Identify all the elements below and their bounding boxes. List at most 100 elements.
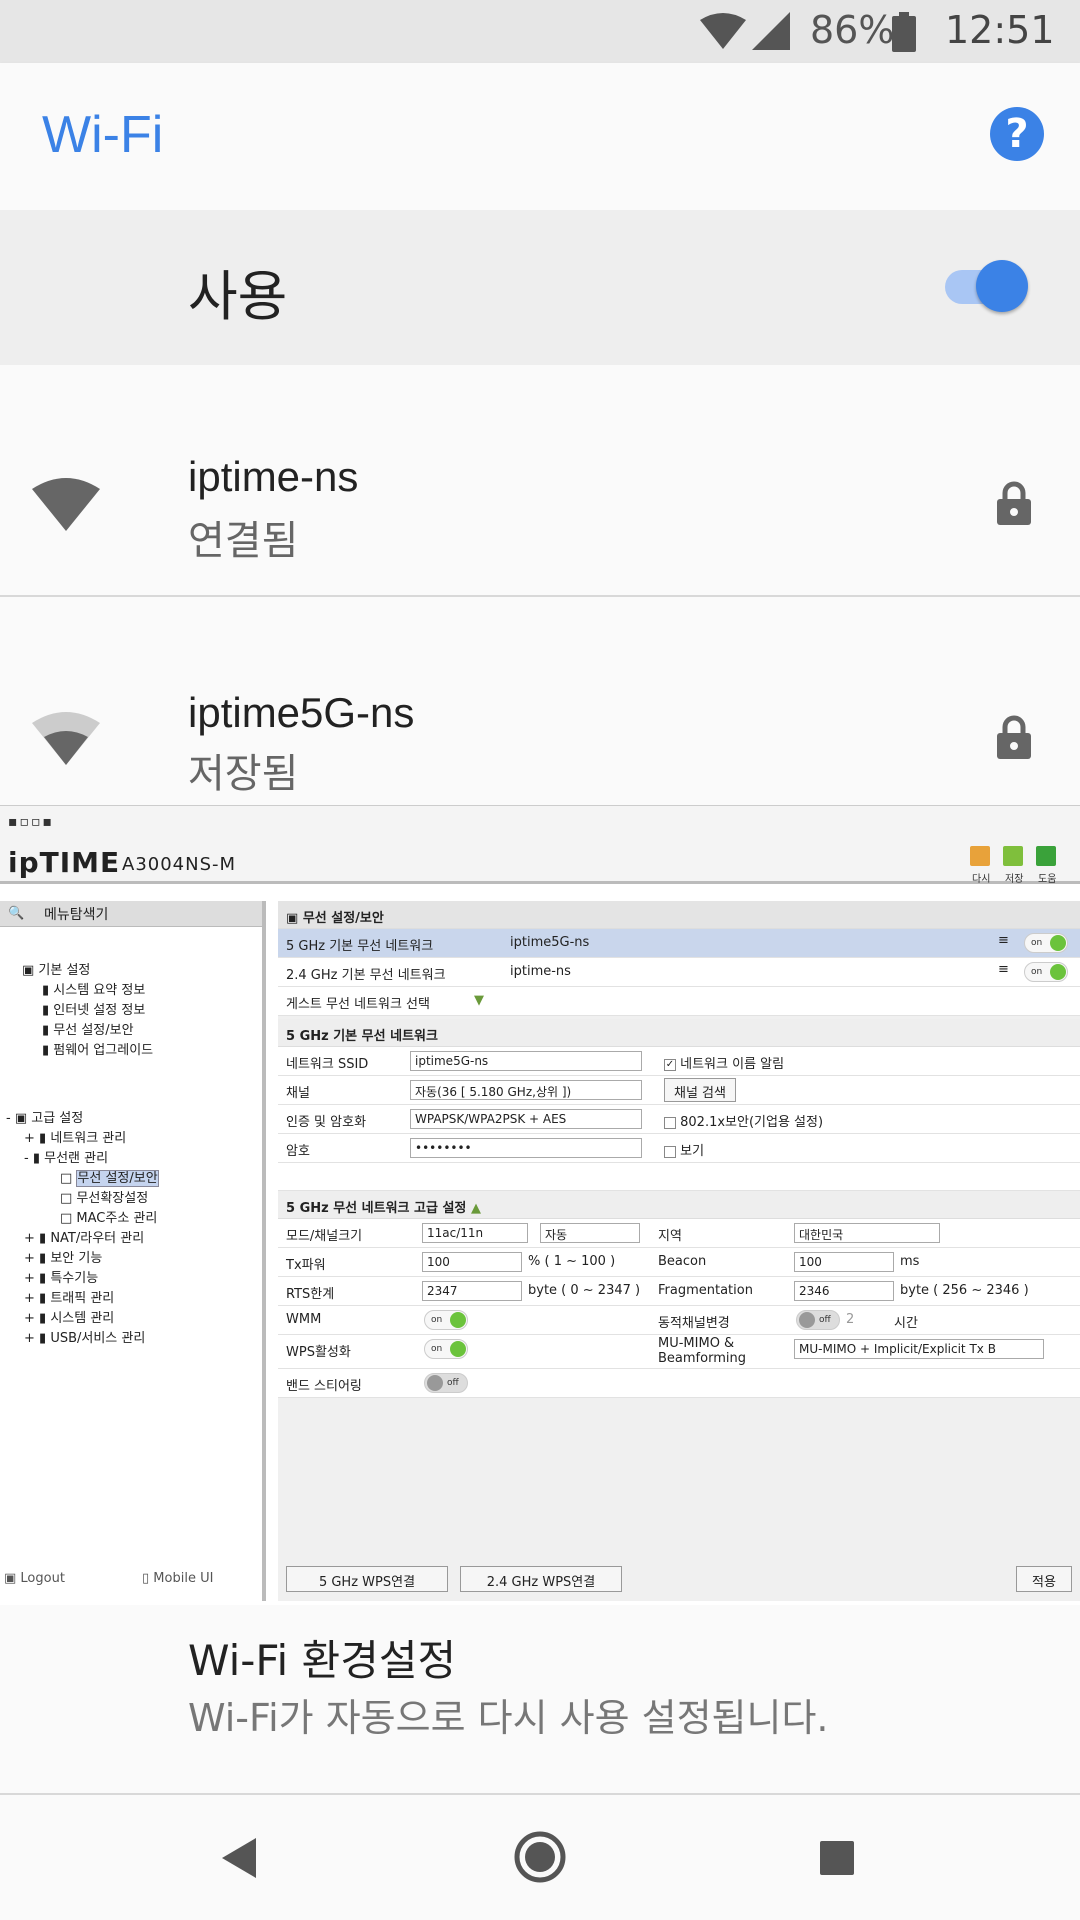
- show-password-checkbox[interactable]: [664, 1145, 676, 1158]
- tree-item[interactable]: ▮ 인터넷 설정 정보: [42, 999, 145, 1018]
- battery-icon: [892, 12, 916, 52]
- rts-row: RTS한계 2347 byte ( 0 ~ 2347 ) Fragmentati…: [278, 1277, 1080, 1306]
- menu-explorer-title: 메뉴탐색기: [0, 901, 262, 927]
- wifi-toggle-label: 사용: [188, 265, 288, 328]
- broadcast-checkbox[interactable]: ✓: [664, 1058, 676, 1071]
- network-ssid: iptime-ns: [188, 453, 359, 500]
- fragmentation-input[interactable]: 2346: [794, 1281, 894, 1301]
- lock-icon: [997, 481, 1031, 525]
- wifi-settings-icon: ≡: [998, 933, 1009, 948]
- navigation-bar: [0, 1795, 1080, 1920]
- tree-item[interactable]: + ▮ USB/서비스 관리: [24, 1327, 145, 1346]
- tree-item[interactable]: + ▮ 트래픽 관리: [24, 1287, 114, 1306]
- recents-icon[interactable]: [820, 1841, 854, 1875]
- tree-item[interactable]: □ 무선확장설정: [60, 1187, 148, 1206]
- tree-item[interactable]: + ▮ 네트워크 관리: [24, 1127, 126, 1146]
- wifi-signal-partial-icon: [32, 712, 100, 765]
- router-sidebar: 메뉴탐색기 🔍 ▣ 기본 설정 ▮ 시스템 요약 정보 ▮ 인터넷 설정 정보 …: [0, 901, 266, 1601]
- tree-item[interactable]: ▮ 시스템 요약 정보: [42, 979, 145, 998]
- app-bar: Wi-Fi ?: [0, 63, 1080, 210]
- apply-button[interactable]: 적용: [1016, 1566, 1072, 1592]
- lock-icon: [997, 715, 1031, 759]
- help-icon[interactable]: [1036, 846, 1056, 866]
- wps-row: WPS활성화 on MU-MIMO & Beamforming MU-MIMO …: [278, 1335, 1080, 1369]
- tree-item[interactable]: □ MAC주소 관리: [60, 1207, 157, 1226]
- expand-icon: ▼: [474, 993, 484, 1008]
- network-ssid: iptime5G-ns: [188, 689, 415, 736]
- tree-advanced-settings[interactable]: - ▣ 고급 설정: [6, 1107, 83, 1126]
- wmm-toggle[interactable]: on: [424, 1310, 468, 1330]
- router-model: A3004NS-M: [122, 854, 237, 875]
- mode-select[interactable]: 11ac/11n: [422, 1223, 528, 1243]
- tree-basic-settings[interactable]: ▣ 기본 설정: [22, 959, 90, 978]
- preferences-subtitle: Wi-Fi가 자동으로 다시 사용 설정됩니다.: [188, 1696, 829, 1740]
- channel-search-button[interactable]: 채널 검색: [664, 1078, 736, 1102]
- wps-24ghz-button[interactable]: 2.4 GHz WPS연결: [460, 1566, 622, 1592]
- tree-item[interactable]: - ▮ 무선랜 관리: [24, 1147, 108, 1166]
- help-label: 도움: [1038, 874, 1057, 885]
- band-steering-toggle[interactable]: off: [424, 1373, 468, 1393]
- dot1x-checkbox[interactable]: [664, 1116, 676, 1129]
- channel-row: 채널 자동(36 [ 5.180 GHz,상위 ]) 채널 검색: [278, 1076, 1080, 1105]
- toggle-5ghz[interactable]: on: [1024, 933, 1068, 953]
- mu-mimo-select[interactable]: MU-MIMO + Implicit/Explicit Tx B: [794, 1339, 1044, 1359]
- channel-select[interactable]: 자동(36 [ 5.180 GHz,상위 ]): [410, 1080, 642, 1100]
- mobile-ui-link[interactable]: ▯ Mobile UI: [142, 1571, 213, 1586]
- tree-item[interactable]: + ▮ 시스템 관리: [24, 1307, 114, 1326]
- tree-item-selected[interactable]: □ 무선 설정/보안: [60, 1167, 159, 1187]
- tree-item[interactable]: + ▮ NAT/라우터 관리: [24, 1227, 144, 1246]
- router-header: ▪▫▫▪ ipTIME A3004NS-M 다시 저장 도움: [0, 806, 1080, 885]
- tree-item[interactable]: ▮ 무선 설정/보안: [42, 1019, 134, 1038]
- wifi-toggle-thumb[interactable]: [976, 260, 1028, 312]
- router-menu-icon: ▪▫▫▪: [8, 814, 54, 830]
- wmm-row: WMM on 동적채널변경 off 2 시간: [278, 1306, 1080, 1335]
- wifi-preferences-item[interactable]: Wi-Fi 환경설정 Wi-Fi가 자동으로 다시 사용 설정됩니다.: [0, 1605, 1080, 1795]
- band-steering-row: 밴드 스티어링 off: [278, 1369, 1080, 1398]
- beacon-input[interactable]: 100: [794, 1252, 894, 1272]
- back-icon[interactable]: [222, 1838, 256, 1878]
- tree-item[interactable]: + ▮ 보안 기능: [24, 1247, 102, 1266]
- search-icon: 🔍: [8, 906, 25, 921]
- channel-width-select[interactable]: 자동: [540, 1223, 640, 1243]
- ssid-input[interactable]: iptime5G-ns: [410, 1051, 642, 1071]
- network-row-5ghz[interactable]: 5 GHz 기본 무선 네트워크 iptime5G-ns ≡ on: [278, 929, 1080, 958]
- spacer: [278, 1163, 1080, 1191]
- help-icon[interactable]: ?: [990, 107, 1044, 161]
- toggle-24ghz[interactable]: on: [1024, 962, 1068, 982]
- auth-select[interactable]: WPAPSK/WPA2PSK + AES: [410, 1109, 642, 1129]
- page-title: Wi-Fi: [42, 106, 164, 164]
- save-label: 저장: [1005, 874, 1024, 885]
- guest-network-select[interactable]: 게스트 무선 네트워크 선택 ▼: [278, 987, 1080, 1016]
- battery-percent: 86%: [810, 8, 895, 52]
- tree-item[interactable]: ▮ 펌웨어 업그레이드: [42, 1039, 153, 1058]
- auth-row: 인증 및 암호화 WPAPSK/WPA2PSK + AES 802.1x보안(기…: [278, 1105, 1080, 1134]
- tx-power-input[interactable]: 100: [422, 1252, 522, 1272]
- mode-row: 모드/채널크기 11ac/11n 자동 지역 대한민국: [278, 1219, 1080, 1248]
- status-bar: 86% 12:51: [0, 0, 1080, 63]
- reload-icon[interactable]: [970, 846, 990, 866]
- dynamic-channel-toggle[interactable]: off: [796, 1310, 840, 1330]
- logout-link[interactable]: ▣ Logout: [4, 1571, 65, 1586]
- wps-5ghz-button[interactable]: 5 GHz WPS연결: [286, 1566, 448, 1592]
- save-icon[interactable]: [1003, 846, 1023, 866]
- tree-item[interactable]: + ▮ 특수기능: [24, 1267, 98, 1286]
- network-status: 연결됨: [188, 518, 299, 564]
- password-row: 암호 •••••••• 보기: [278, 1134, 1080, 1163]
- network-item[interactable]: iptime5G-ns 저장됨: [0, 599, 1080, 831]
- wifi-master-toggle-row[interactable]: 사용: [0, 210, 1080, 365]
- region-select[interactable]: 대한민국: [794, 1223, 940, 1243]
- clock: 12:51: [945, 8, 1055, 52]
- password-input[interactable]: ••••••••: [410, 1138, 642, 1158]
- wifi-settings-icon: ≡: [998, 962, 1009, 977]
- home-icon[interactable]: [514, 1831, 566, 1883]
- rts-input[interactable]: 2347: [422, 1281, 522, 1301]
- tx-row: Tx파워 100 % ( 1 ~ 100 ) Beacon 100 ms: [278, 1248, 1080, 1277]
- network-row-24ghz[interactable]: 2.4 GHz 기본 무선 네트워크 iptime-ns ≡ on: [278, 958, 1080, 987]
- ssid-row: 네트워크 SSID iptime5G-ns ✓ 네트워크 이름 알림: [278, 1047, 1080, 1076]
- router-admin-screenshot: ▪▫▫▪ ipTIME A3004NS-M 다시 저장 도움 메뉴탐색기 🔍 ▣…: [0, 805, 1080, 1605]
- network-status: 저장됨: [188, 751, 299, 797]
- collapse-icon[interactable]: ▲: [471, 1201, 481, 1216]
- network-item[interactable]: iptime-ns 연결됨: [0, 365, 1080, 597]
- wps-toggle[interactable]: on: [424, 1339, 468, 1359]
- router-brand: ipTIME: [8, 846, 121, 879]
